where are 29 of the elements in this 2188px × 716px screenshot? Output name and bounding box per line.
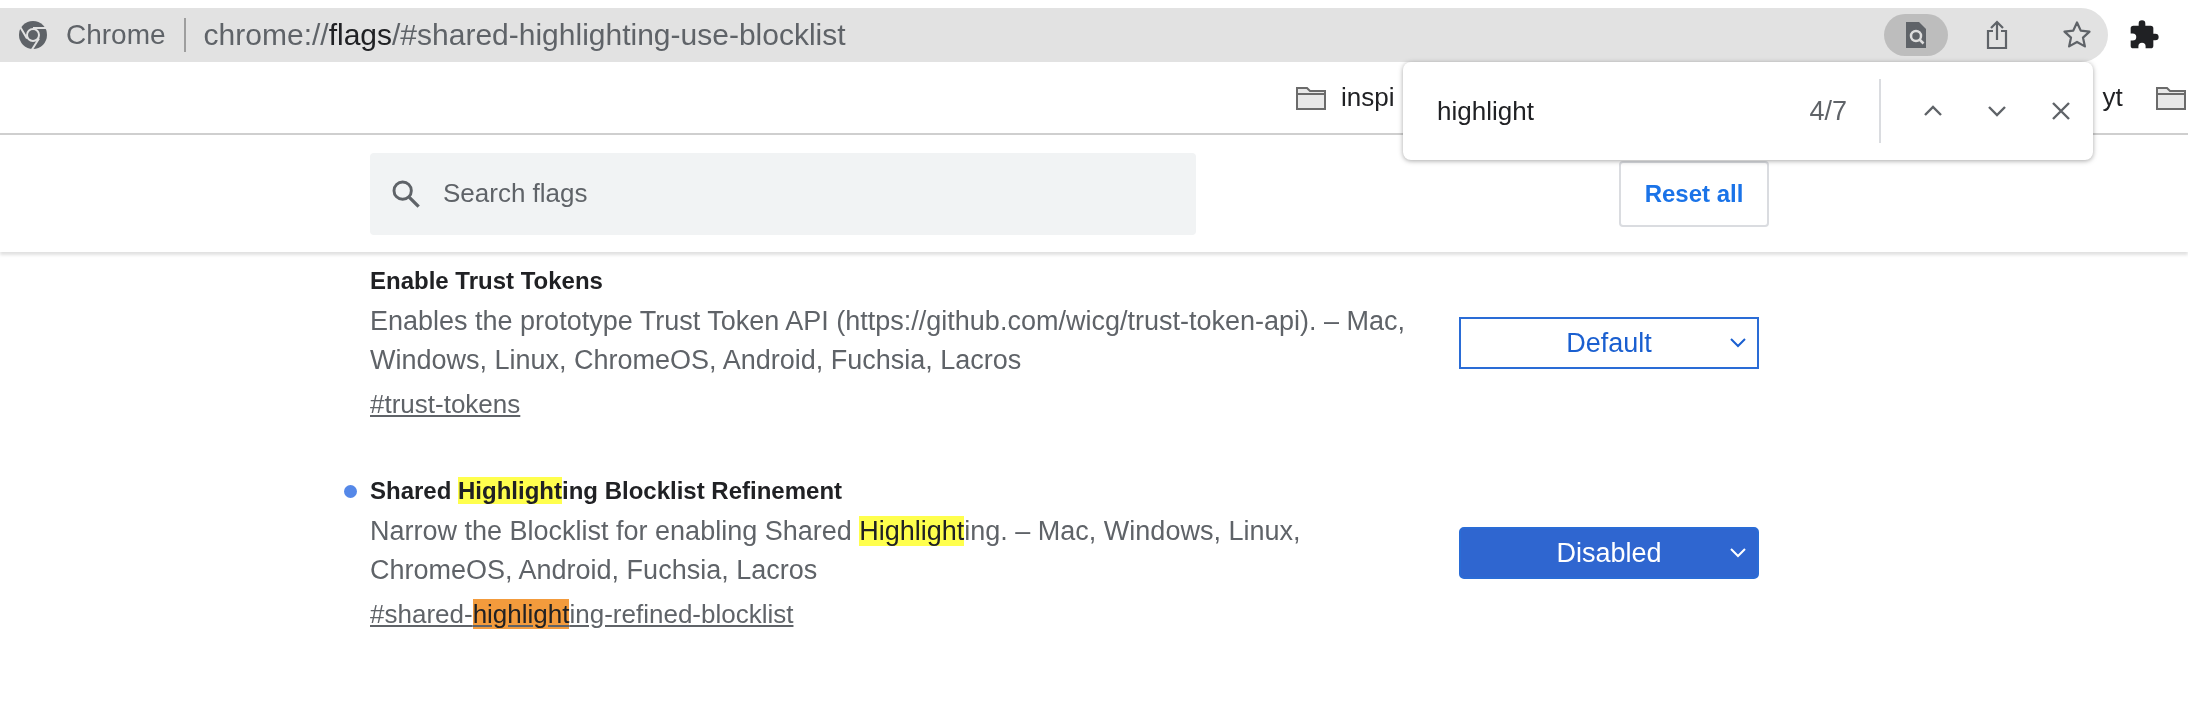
url-text: chrome://flags/#shared-highlighting-use-blocklist (203, 18, 847, 52)
chevron-down-icon (1987, 105, 2007, 117)
find-match-highlight: Highlight (859, 516, 965, 546)
flag-select[interactable]: Default (1459, 317, 1759, 369)
puzzle-piece-icon[interactable] (2128, 19, 2160, 51)
reset-all-button[interactable]: Reset all (1619, 160, 1769, 227)
flag-select[interactable]: Disabled (1459, 527, 1759, 579)
address-bar[interactable]: Chrome chrome://flags/#shared-highlighting-use-blocklist (0, 8, 2108, 62)
chevron-up-icon (1923, 105, 1943, 117)
chrome-logo-icon (18, 20, 48, 50)
flag-title: Enable Trust Tokens (370, 266, 604, 296)
bookmark[interactable]: yt (2102, 82, 2123, 113)
site-label: Chrome (66, 19, 166, 51)
search-field[interactable]: Search flags (370, 152, 1196, 235)
chevron-down-icon (1729, 547, 1747, 559)
bookmark[interactable]: inspi (1295, 82, 1395, 113)
share-icon[interactable] (1985, 20, 2009, 50)
find-in-page-icon (1904, 21, 1928, 49)
match-count: 4/7 (1808, 95, 1847, 127)
find-query[interactable]: highlight (1437, 95, 1747, 127)
flag-description: Narrow the Blocklist for enabling Shared Highlighting. – Mac, Windows, Linux, ChromeOS, Android, Fuchsia, Lacros (370, 515, 1302, 587)
star-icon[interactable] (2062, 20, 2092, 50)
find-page-action[interactable] (1884, 14, 1948, 56)
close-icon (2051, 101, 2071, 121)
chevron-down-icon (1729, 337, 1747, 349)
flag-title: Shared Highlighting Blocklist Refinement (370, 474, 1430, 508)
flag-link[interactable]: #trust-tokens (370, 386, 521, 422)
flag-description: Enables the prototype Trust Token API (https://github.com/wicg/trust-token-api). – Mac, Windows, Linux, ChromeOS, Android, Fuchsia, Lacros (370, 305, 1406, 377)
find-match-highlight: Highlight (458, 477, 562, 504)
